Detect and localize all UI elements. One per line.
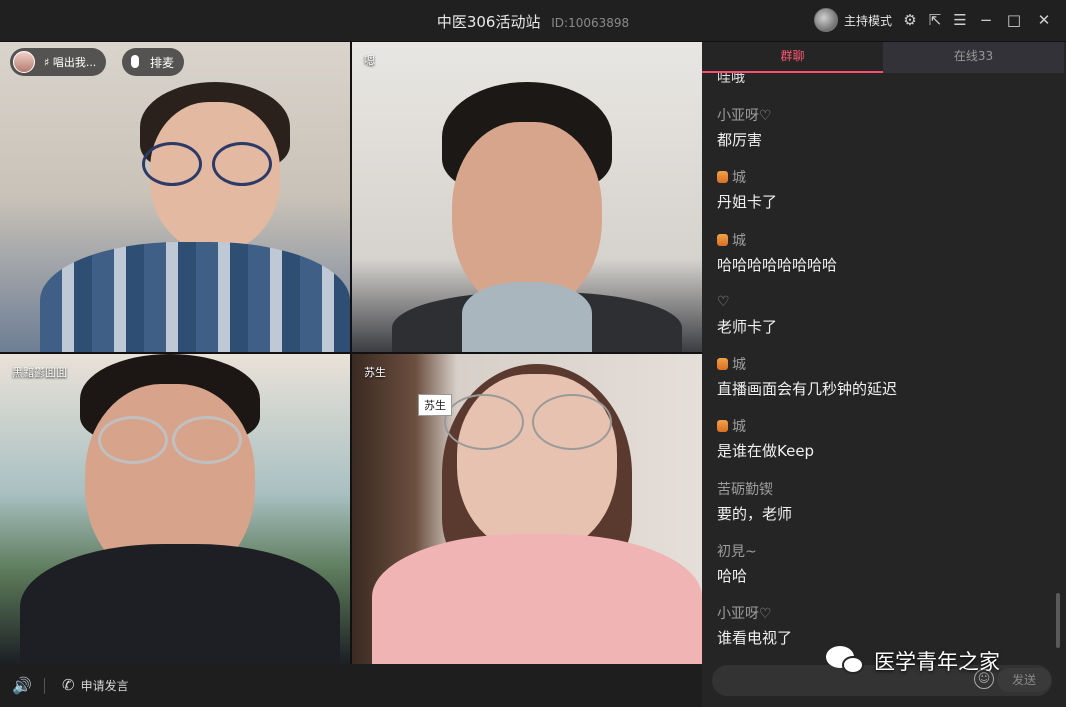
room-title: 中医306活动站 (436, 13, 541, 31)
chat-username[interactable]: 小亚呀♡ (717, 101, 1047, 129)
minimize-icon[interactable]: − (976, 10, 996, 30)
chat-panel: 群聊 在线33 哇哦 小亚呀♡ 都厉害城丹姐卡了城哈哈哈哈哈哈哈哈 ♡ 老师卡了城直播… (702, 42, 1066, 707)
chat-message-list: 小亚呀♡ 都厉害城丹姐卡了城哈哈哈哈哈哈哈哈 ♡ 老师卡了城直播画面会有几秒钟的延迟城… (717, 101, 1047, 662)
apply-to-speak-button[interactable]: ✆ 申请发言 (62, 676, 129, 694)
chat-username[interactable]: 城 (717, 226, 1047, 254)
chat-username[interactable]: 城 (717, 163, 1047, 191)
user-badge-icon (717, 233, 728, 246)
close-icon[interactable]: ✕ (1034, 10, 1054, 30)
watermark: 医学青年之家 (826, 644, 1000, 678)
chat-message-partial: 哇哦 (717, 73, 745, 86)
chat-message: 城丹姐卡了 (717, 163, 1047, 225)
chat-message: 苦砺勤锲要的，老师 (717, 475, 1047, 537)
share-icon[interactable]: ⇱ (925, 10, 945, 30)
apply-to-speak-label: 申请发言 (80, 678, 129, 693)
bottom-toolbar: 🔊 ✆ 申请发言 (0, 664, 702, 707)
chat-username[interactable]: 苦砺勤锲 (717, 475, 1047, 503)
chat-username-text: 小亚呀♡ (717, 108, 772, 124)
participant-name: 黑黯鬱囬囬 (12, 366, 67, 379)
room-id: ID:10063898 (551, 16, 630, 30)
chat-message-text: 哈哈哈哈哈哈哈哈 (717, 255, 838, 274)
song-badge[interactable]: ♯ 唱出我... (10, 48, 107, 76)
chat-username-text: ♡ (717, 293, 730, 310)
chat-message-text: 要的，老师 (717, 504, 793, 523)
phone-icon: ✆ (62, 676, 75, 694)
wechat-icon (826, 644, 866, 678)
chat-message-text: 哈哈 (717, 567, 748, 586)
chat-message-text: 老师卡了 (717, 317, 778, 336)
mic-queue-label: 排麦 (150, 55, 175, 70)
maximize-icon[interactable]: □ (1004, 10, 1024, 30)
chat-username[interactable]: ♡ (717, 288, 1047, 316)
chat-message: 城哈哈哈哈哈哈哈哈 (717, 226, 1047, 288)
video-tile-1[interactable]: ♯ 唱出我... 排麦 (0, 42, 350, 352)
host-mode[interactable]: 主持模式 (814, 8, 892, 32)
tab-group-chat[interactable]: 群聊 (702, 42, 883, 73)
video-tile-3[interactable]: 黑黯鬱囬囬 (0, 354, 350, 664)
speaker-icon[interactable]: 🔊 (12, 676, 32, 696)
chat-username-text: 城 (732, 232, 746, 249)
video-grid: ♯ 唱出我... 排麦 嗯 黑黯鬱囬囬 苏生 苏生 (0, 42, 702, 664)
participant-name: 苏生 (364, 366, 386, 379)
video-tile-4[interactable]: 苏生 苏生 (352, 354, 702, 664)
chat-username[interactable]: 小亚呀♡ (717, 599, 1047, 627)
song-label: ♯ 唱出我... (44, 56, 97, 69)
menu-icon[interactable]: ☰ (950, 10, 970, 30)
user-badge-icon (717, 358, 728, 371)
chat-username-text: 城 (732, 419, 746, 436)
chat-username[interactable]: 城 (717, 412, 1047, 440)
chat-username-text: 小亚呀♡ (717, 606, 772, 623)
chat-username[interactable]: 初見~ (717, 537, 1047, 565)
chat-username-text: 初見~ (717, 544, 757, 561)
user-badge-icon (717, 171, 728, 184)
host-avatar[interactable] (814, 8, 838, 32)
chat-scroll-area[interactable]: 哇哦 小亚呀♡ 都厉害城丹姐卡了城哈哈哈哈哈哈哈哈 ♡ 老师卡了城直播画面会有几秒钟的… (702, 73, 1064, 663)
chat-message-text: 丹姐卡了 (717, 193, 778, 212)
chat-message-text: 是谁在做Keep (717, 442, 815, 461)
participant-name: 嗯 (364, 54, 375, 67)
user-badge-icon (717, 420, 728, 433)
chat-message: ♡ 老师卡了 (717, 288, 1047, 350)
chat-message-text: 直播画面会有几秒钟的延迟 (717, 380, 898, 399)
chat-username-text: 城 (732, 170, 746, 187)
chat-username-text: 城 (732, 357, 746, 374)
chat-scrollbar[interactable] (1056, 593, 1060, 648)
toolbar-divider (44, 678, 45, 694)
chat-username-text: 苦砺勤锲 (717, 481, 773, 498)
tab-online[interactable]: 在线33 (883, 42, 1064, 73)
chat-message: 城直播画面会有几秒钟的延迟 (717, 350, 1047, 412)
video-tile-2[interactable]: 嗯 (352, 42, 702, 352)
settings-icon[interactable]: ⚙ (900, 10, 920, 30)
title-bar: 中医306活动站 ID:10063898 主持模式 ⚙ ⇱ ☰ − □ ✕ (0, 0, 1066, 42)
chat-message-text: 都厉害 (717, 131, 763, 149)
chat-username[interactable]: 城 (717, 350, 1047, 378)
mic-icon (131, 55, 139, 68)
chat-message: 初見~ 哈哈 (717, 537, 1047, 599)
mic-queue-button[interactable]: 排麦 (122, 48, 185, 76)
name-tooltip: 苏生 (418, 394, 452, 416)
host-mode-label[interactable]: 主持模式 (844, 12, 892, 29)
chat-tabs: 群聊 在线33 (702, 42, 1064, 73)
chat-message: 小亚呀♡ 都厉害 (717, 101, 1047, 163)
chat-message: 城是谁在做Keep (717, 412, 1047, 474)
singer-avatar (13, 51, 35, 73)
watermark-label: 医学青年之家 (874, 650, 1000, 674)
send-button[interactable]: 发送 (997, 668, 1051, 692)
